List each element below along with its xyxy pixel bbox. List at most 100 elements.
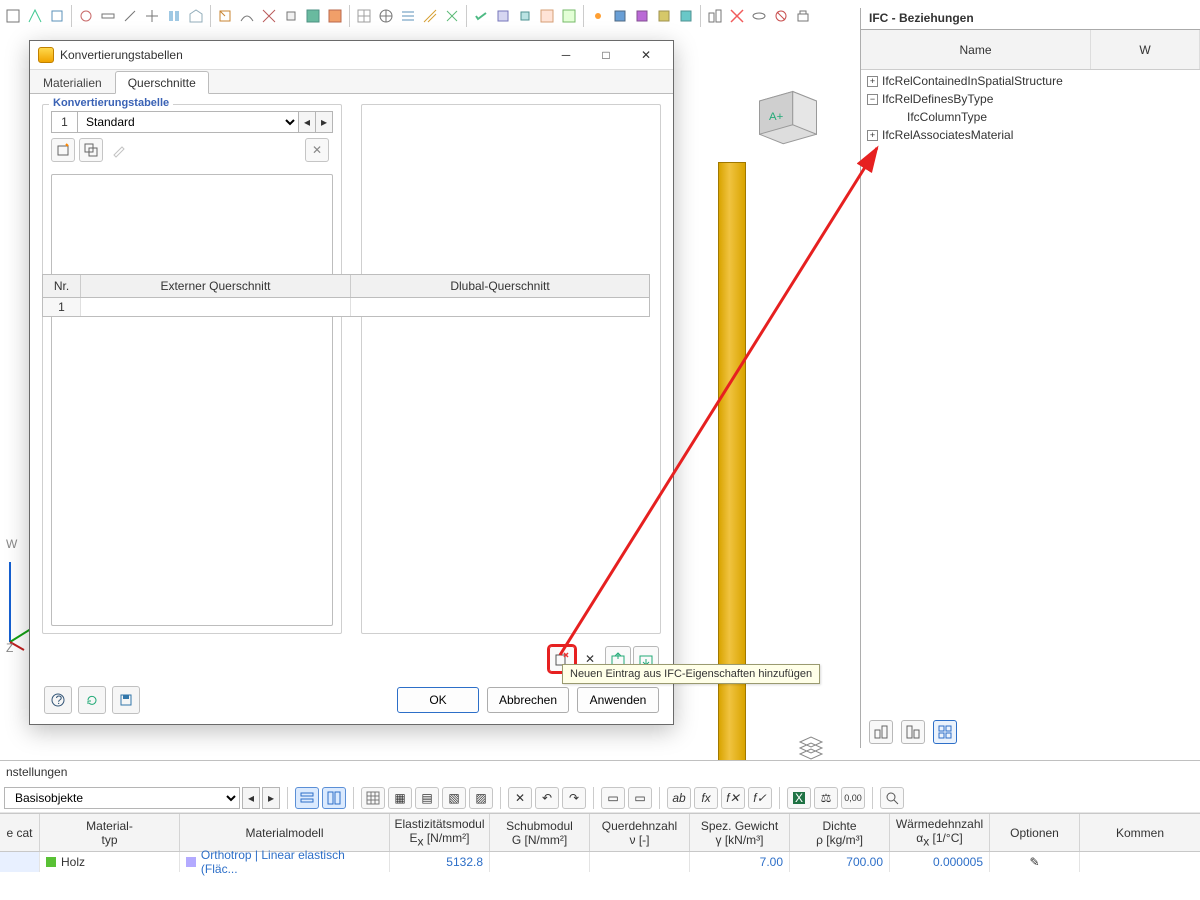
tb-icon[interactable]	[236, 5, 258, 27]
col-rho[interactable]: Dichteρ [kg/m³]	[790, 814, 890, 851]
fx-button[interactable]: fx	[694, 787, 718, 809]
grid-undo[interactable]: ↶	[535, 787, 559, 809]
maximize-button[interactable]: □	[587, 43, 625, 67]
tb-icon[interactable]	[141, 5, 163, 27]
apply-button[interactable]: Anwenden	[577, 687, 659, 713]
tb-icon[interactable]	[97, 5, 119, 27]
next-button[interactable]: ▸	[315, 111, 333, 133]
grid-head-ext[interactable]: Externer Querschnitt	[81, 275, 351, 297]
grid-insert-row[interactable]: ▦	[388, 787, 412, 809]
tb-icon[interactable]	[324, 5, 346, 27]
prev-button[interactable]: ◂	[298, 111, 316, 133]
tb-icon[interactable]	[375, 5, 397, 27]
grid-delete-row[interactable]: ▤	[415, 787, 439, 809]
grid-clear[interactable]: ✕	[508, 787, 532, 809]
settings-combo[interactable]: Basisobjekte	[4, 787, 240, 809]
rename-table-button[interactable]	[107, 138, 131, 162]
grid-edit-button[interactable]	[361, 787, 385, 809]
grid-paste[interactable]: ▨	[469, 787, 493, 809]
tree-expander-icon[interactable]: +	[867, 76, 878, 87]
save-default-button[interactable]	[112, 686, 140, 714]
reset-button[interactable]	[78, 686, 106, 714]
decimal-button[interactable]: 0,00	[841, 787, 865, 809]
tb-icon[interactable]	[492, 5, 514, 27]
tb-icon[interactable]	[75, 5, 97, 27]
materials-grid[interactable]: e cat Material- typ Materialmodell Elast…	[0, 813, 1200, 872]
col-gamma[interactable]: Spez. Gewichtγ [kN/m³]	[690, 814, 790, 851]
ok-button[interactable]: OK	[397, 687, 479, 713]
grid-cell-ext[interactable]	[81, 298, 351, 316]
grid-redo[interactable]: ↷	[562, 787, 586, 809]
tb-icon[interactable]	[119, 5, 141, 27]
dialog-titlebar[interactable]: Konvertierungstabellen ─ □ ✕	[30, 41, 673, 70]
tb-icon[interactable]	[587, 5, 609, 27]
tb-icon[interactable]	[302, 5, 324, 27]
ifc-node[interactable]: IfcRelAssociatesMaterial	[882, 128, 1013, 142]
tree-expander-icon[interactable]: +	[867, 130, 878, 141]
tb-icon[interactable]	[704, 5, 726, 27]
fx-label-button[interactable]: ab	[667, 787, 691, 809]
cell-rho[interactable]: 700.00	[790, 852, 890, 872]
filter-1-button[interactable]	[295, 787, 319, 809]
col-g[interactable]: SchubmodulG [N/mm²]	[490, 814, 590, 851]
tb-icon[interactable]	[770, 5, 792, 27]
grid-head-dlubal[interactable]: Dlubal-Querschnitt	[351, 275, 649, 297]
fx-clear-button[interactable]: f✕	[721, 787, 745, 809]
cell-material-type[interactable]: Holz	[40, 852, 180, 872]
tb-icon[interactable]	[653, 5, 675, 27]
cell-nu[interactable]	[590, 852, 690, 872]
ifc-tab-3[interactable]	[933, 720, 957, 744]
col-alpha[interactable]: Wärmedehnzahlαx [1/°C]	[890, 814, 990, 851]
copy-table-button[interactable]	[79, 138, 103, 162]
tb-icon[interactable]	[441, 5, 463, 27]
cell-comment[interactable]	[1080, 852, 1200, 872]
grid-copy[interactable]: ▧	[442, 787, 466, 809]
col-e[interactable]: ElastizitätsmodulEx [N/mm²]	[390, 814, 490, 851]
ifc-tab-1[interactable]	[869, 720, 893, 744]
tb-icon[interactable]	[631, 5, 653, 27]
filter-2-button[interactable]	[322, 787, 346, 809]
grid-sort[interactable]: ▭	[601, 787, 625, 809]
tb-icon[interactable]	[726, 5, 748, 27]
tb-icon[interactable]	[2, 5, 24, 27]
new-table-button[interactable]	[51, 138, 75, 162]
cell-gamma[interactable]: 7.00	[690, 852, 790, 872]
tb-icon[interactable]	[536, 5, 558, 27]
cell-model[interactable]: Orthotrop | Linear elastisch (Fläc...	[180, 852, 390, 872]
unit-button[interactable]: ⚖	[814, 787, 838, 809]
tb-icon[interactable]	[419, 5, 441, 27]
tree-expander-icon[interactable]: −	[867, 94, 878, 105]
tb-icon[interactable]	[185, 5, 207, 27]
prev-icon[interactable]: ◂	[242, 787, 260, 809]
minimize-button[interactable]: ─	[547, 43, 585, 67]
col-comment[interactable]: Kommen	[1080, 814, 1200, 851]
grid-head-nr[interactable]: Nr.	[43, 275, 81, 297]
excel-export-button[interactable]: X	[787, 787, 811, 809]
view-cube[interactable]: A+	[750, 82, 826, 152]
grid-find[interactable]: ▭	[628, 787, 652, 809]
tb-icon[interactable]	[280, 5, 302, 27]
search-button[interactable]	[880, 787, 904, 809]
tb-icon[interactable]	[792, 5, 814, 27]
grid-cell-dlubal[interactable]	[351, 298, 649, 316]
close-button[interactable]: ✕	[627, 43, 665, 67]
help-button[interactable]: ?	[44, 686, 72, 714]
tb-icon[interactable]	[163, 5, 185, 27]
ifc-node[interactable]: IfcRelDefinesByType	[882, 92, 993, 106]
ifc-col-name[interactable]: Name	[861, 30, 1091, 69]
tb-icon[interactable]	[748, 5, 770, 27]
ifc-col-value[interactable]: W	[1091, 30, 1200, 69]
cell-e[interactable]: 5132.8	[390, 852, 490, 872]
cell-alpha[interactable]: 0.000005	[890, 852, 990, 872]
tb-icon[interactable]	[558, 5, 580, 27]
ifc-node[interactable]: IfcRelContainedInSpatialStructure	[882, 74, 1063, 88]
col-material-type[interactable]: Material- typ	[40, 814, 180, 851]
fx-eval-button[interactable]: f✓	[748, 787, 772, 809]
delete-table-button[interactable]: ✕	[305, 138, 329, 162]
tb-icon[interactable]	[258, 5, 280, 27]
tb-icon[interactable]	[397, 5, 419, 27]
tb-icon[interactable]	[353, 5, 375, 27]
cell-g[interactable]	[490, 852, 590, 872]
cell-options[interactable]: ✎	[990, 852, 1080, 872]
conversion-grid[interactable]	[51, 174, 333, 626]
